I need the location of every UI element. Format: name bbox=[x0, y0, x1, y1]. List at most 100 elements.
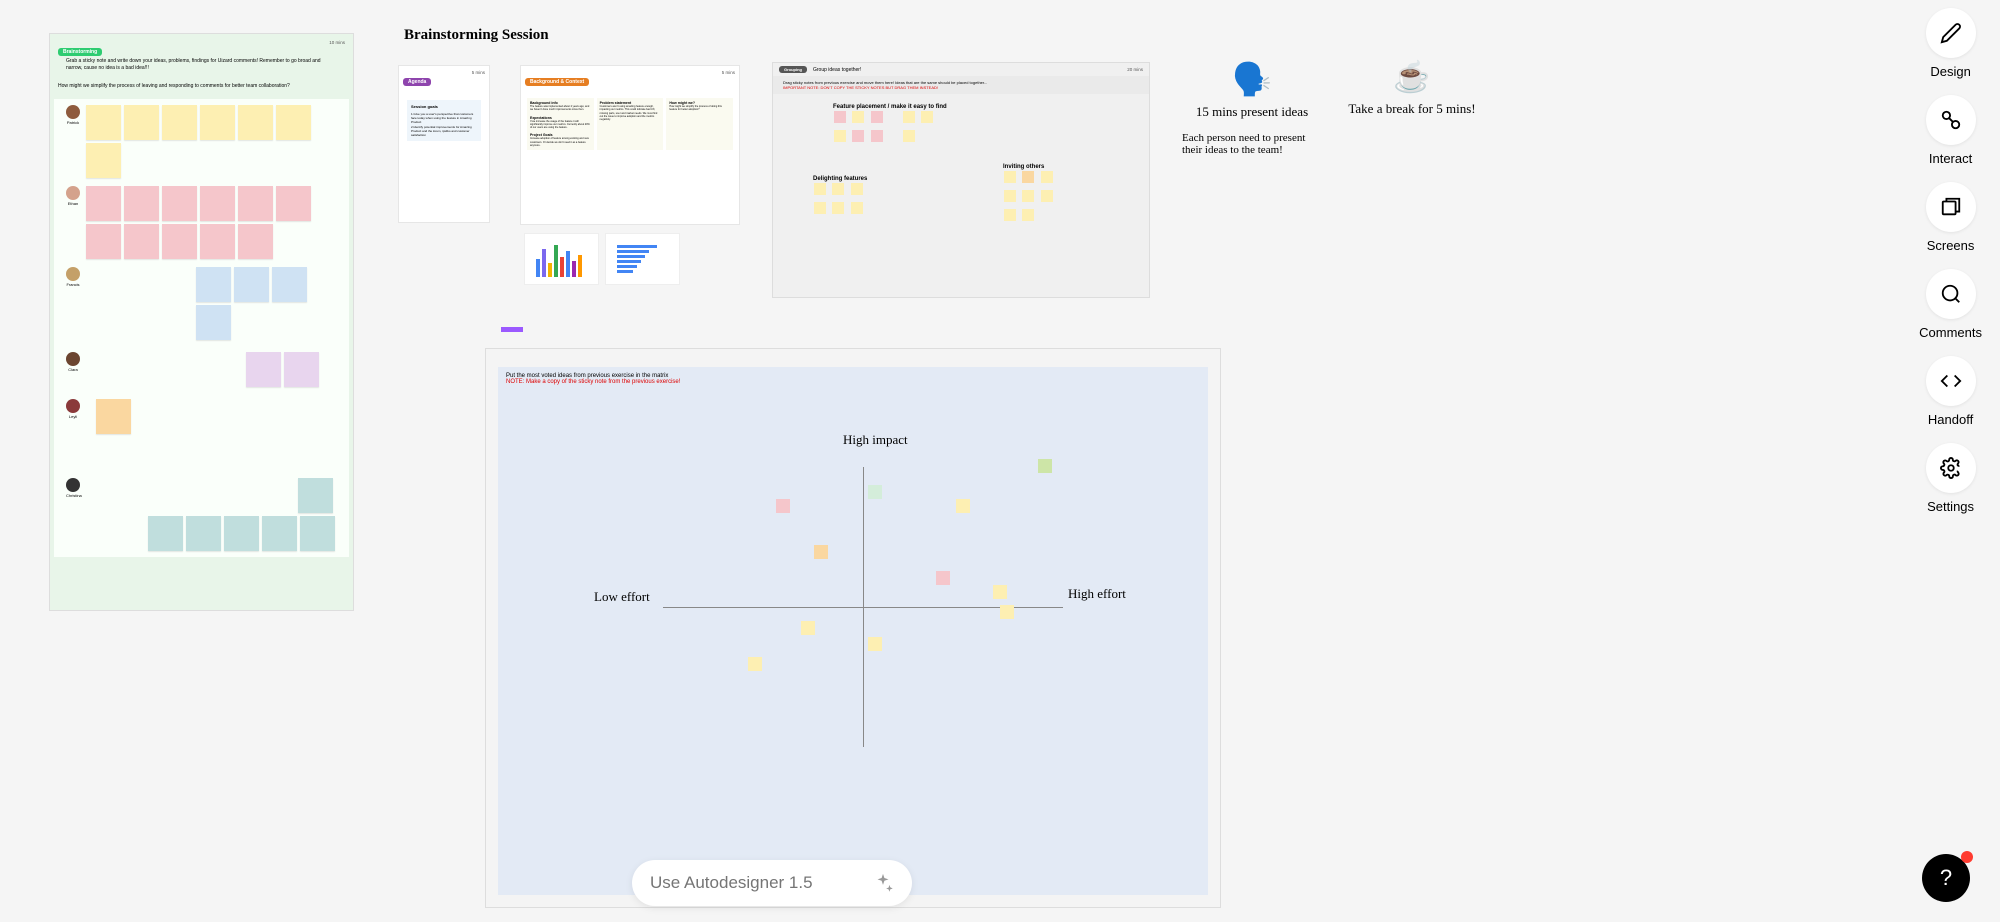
sticky-note[interactable] bbox=[238, 224, 273, 259]
horizontal-chart-thumb[interactable] bbox=[605, 233, 680, 285]
interact-tool[interactable]: Interact bbox=[1926, 95, 1976, 166]
sticky-note[interactable] bbox=[1004, 209, 1016, 221]
help-button[interactable]: ? bbox=[1922, 854, 1970, 902]
sticky-note[interactable] bbox=[834, 130, 846, 142]
sticky-note[interactable] bbox=[956, 499, 970, 513]
sticky-note[interactable] bbox=[852, 111, 864, 123]
sticky-note[interactable] bbox=[262, 516, 297, 551]
sticky-note[interactable] bbox=[276, 105, 311, 140]
sticky-note[interactable] bbox=[1041, 190, 1053, 202]
sticky-note[interactable] bbox=[868, 485, 882, 499]
sticky-note[interactable] bbox=[298, 478, 333, 513]
agenda-board[interactable]: Agenda 5 mins Session goals 1.Give you a… bbox=[398, 65, 490, 223]
design-tool[interactable]: Design bbox=[1926, 8, 1976, 79]
brainstorming-board[interactable]: Brainstorming 10 mins Grab a sticky note… bbox=[49, 33, 354, 611]
problem-col: Problem statement Customers aren't using… bbox=[597, 98, 664, 150]
sticky-note[interactable] bbox=[903, 111, 915, 123]
sticky-note[interactable] bbox=[162, 224, 197, 259]
bar-chart-thumb[interactable] bbox=[524, 233, 599, 285]
sticky-note[interactable] bbox=[936, 571, 950, 585]
sticky-note[interactable] bbox=[1004, 171, 1016, 183]
sticky-note[interactable] bbox=[776, 499, 790, 513]
sticky-note[interactable] bbox=[246, 352, 281, 387]
sticky-note[interactable] bbox=[903, 130, 915, 142]
chart-thumbs bbox=[524, 233, 680, 285]
sticky-note[interactable] bbox=[186, 516, 221, 551]
sticky-note[interactable] bbox=[200, 186, 235, 221]
sticky-note[interactable] bbox=[124, 105, 159, 140]
sticky-note[interactable] bbox=[851, 202, 863, 214]
sticky-note[interactable] bbox=[801, 621, 815, 635]
sticky-note[interactable] bbox=[834, 111, 846, 123]
sticky-note[interactable] bbox=[86, 224, 121, 259]
cluster-feature-placement: Feature placement / make it easy to find bbox=[833, 104, 947, 148]
sticky-note[interactable] bbox=[224, 516, 259, 551]
sticky-note[interactable] bbox=[814, 202, 826, 214]
sticky-note[interactable] bbox=[1022, 190, 1034, 202]
sticky-note[interactable] bbox=[124, 224, 159, 259]
sticky-note[interactable] bbox=[234, 267, 269, 302]
sticky-note[interactable] bbox=[238, 105, 273, 140]
sticky-note[interactable] bbox=[86, 105, 121, 140]
sticky-row[interactable] bbox=[86, 186, 336, 259]
sticky-row[interactable] bbox=[148, 478, 337, 551]
sticky-note[interactable] bbox=[832, 202, 844, 214]
sticky-note[interactable] bbox=[300, 516, 335, 551]
screens-tool[interactable]: Screens bbox=[1926, 182, 1976, 253]
sticky-note[interactable] bbox=[200, 224, 235, 259]
sticky-note[interactable] bbox=[272, 267, 307, 302]
sticky-note[interactable] bbox=[1004, 190, 1016, 202]
comments-tool[interactable]: Comments bbox=[1919, 269, 1982, 340]
sticky-note[interactable] bbox=[200, 105, 235, 140]
sticky-note[interactable] bbox=[1022, 209, 1034, 221]
sticky-row[interactable] bbox=[196, 267, 337, 340]
person-name: Christina bbox=[66, 493, 82, 498]
sticky-note[interactable] bbox=[748, 657, 762, 671]
sticky-row[interactable] bbox=[246, 352, 319, 387]
sticky-note[interactable] bbox=[196, 267, 231, 302]
sticky-note[interactable] bbox=[814, 545, 828, 559]
sticky-note[interactable] bbox=[814, 183, 826, 195]
sticky-note[interactable] bbox=[162, 105, 197, 140]
sticky-note[interactable] bbox=[871, 111, 883, 123]
sticky-note[interactable] bbox=[1038, 459, 1052, 473]
sticky-row[interactable] bbox=[86, 105, 337, 178]
sticky-note[interactable] bbox=[1041, 171, 1053, 183]
sticky-note[interactable] bbox=[868, 637, 882, 651]
matrix-board[interactable]: Put the most voted ideas from previous e… bbox=[485, 348, 1221, 908]
grouping-board[interactable]: Grouping Group ideas together! 20 mins D… bbox=[772, 62, 1150, 298]
prompt-input[interactable] bbox=[650, 873, 872, 893]
sticky-note[interactable] bbox=[851, 183, 863, 195]
sticky-note[interactable] bbox=[1000, 605, 1014, 619]
sticky-note[interactable] bbox=[86, 186, 121, 221]
person-name: Ethan bbox=[66, 201, 80, 206]
settings-tool[interactable]: Settings bbox=[1926, 443, 1976, 514]
selection-handle[interactable] bbox=[501, 327, 523, 332]
sticky-note[interactable] bbox=[1022, 171, 1034, 183]
agenda-card: Session goals 1.Give you a user's perspe… bbox=[407, 100, 481, 141]
sparkle-icon[interactable] bbox=[872, 872, 894, 894]
bg-info-col: Background info The feature was implemen… bbox=[527, 98, 594, 150]
sticky-note[interactable] bbox=[284, 352, 319, 387]
sticky-note[interactable] bbox=[921, 111, 933, 123]
sticky-note[interactable] bbox=[871, 130, 883, 142]
sticky-note[interactable] bbox=[162, 186, 197, 221]
sticky-note[interactable] bbox=[148, 516, 183, 551]
timer: 10 mins bbox=[329, 40, 345, 45]
sticky-note[interactable] bbox=[993, 585, 1007, 599]
canvas[interactable]: Brainstorming Session Brainstorming 10 m… bbox=[0, 0, 2000, 922]
sticky-note[interactable] bbox=[124, 186, 159, 221]
sticky-note[interactable] bbox=[832, 183, 844, 195]
timer: 5 mins bbox=[722, 70, 735, 75]
autodesigner-prompt[interactable] bbox=[632, 860, 912, 906]
sticky-note[interactable] bbox=[852, 130, 864, 142]
sticky-note[interactable] bbox=[238, 186, 273, 221]
sticky-row[interactable] bbox=[96, 399, 131, 434]
sticky-note[interactable] bbox=[96, 399, 131, 434]
sticky-note[interactable] bbox=[196, 305, 231, 340]
tool-label: Interact bbox=[1929, 151, 1972, 166]
sticky-note[interactable] bbox=[276, 186, 311, 221]
sticky-note[interactable] bbox=[86, 143, 121, 178]
handoff-tool[interactable]: Handoff bbox=[1926, 356, 1976, 427]
background-board[interactable]: Background & Context 5 mins Background i… bbox=[520, 65, 740, 225]
